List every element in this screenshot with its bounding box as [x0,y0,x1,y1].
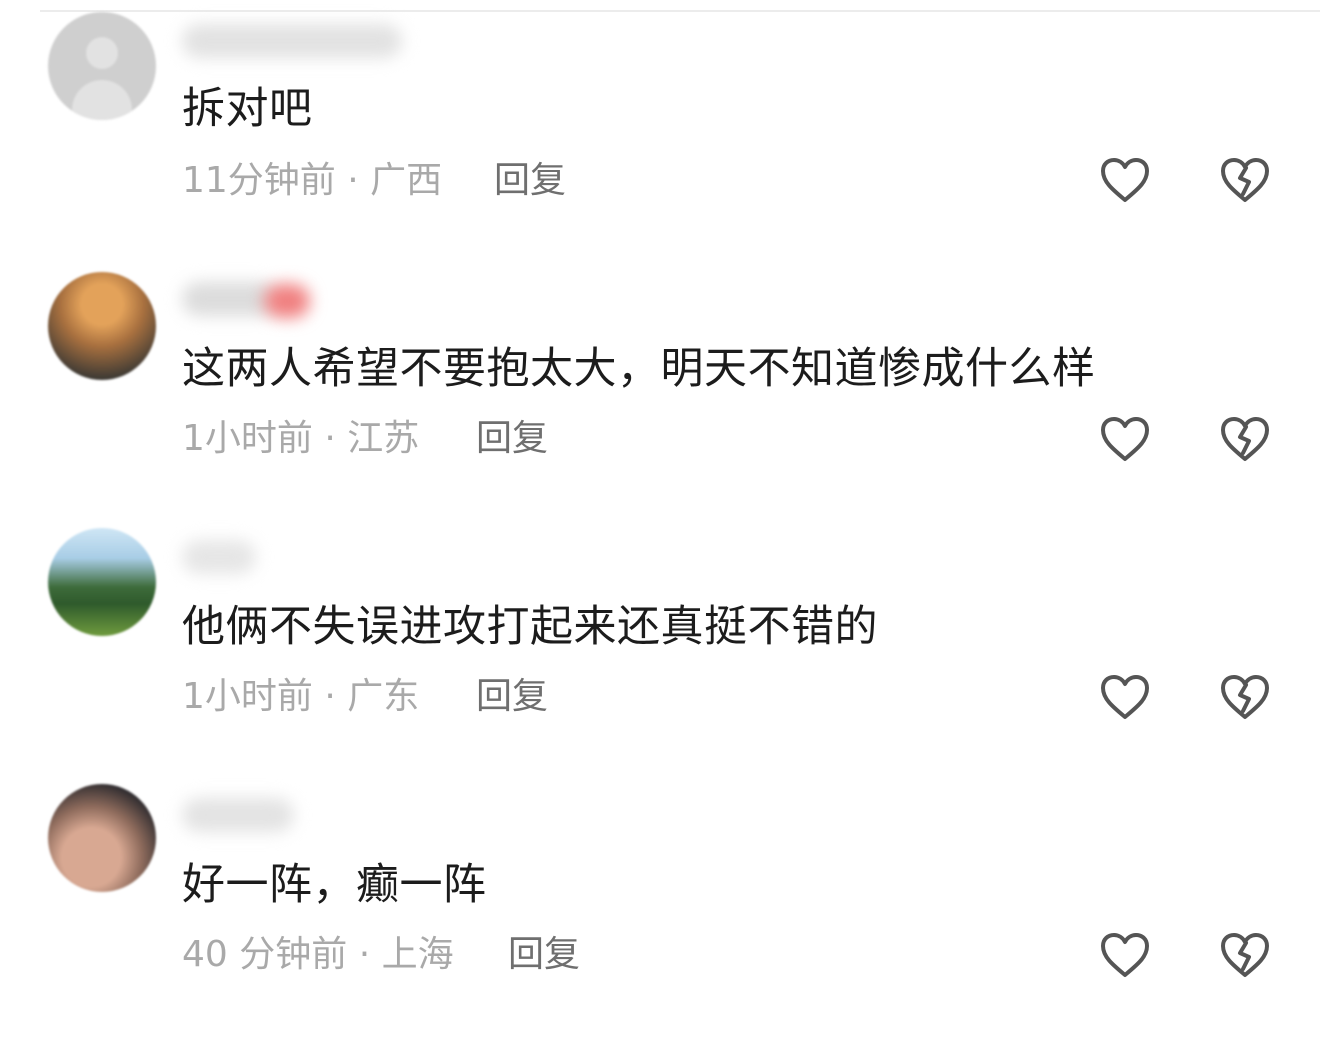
comment-location: 江苏 [347,418,420,459]
comment-text: 这两人希望不要抱太大，明天不知道惨成什么样 [182,344,1096,394]
dislike-button[interactable] [1219,156,1271,204]
avatar[interactable] [48,272,156,380]
avatar[interactable] [48,784,156,892]
meta-separator: · [335,160,371,201]
comment-list-screen: 拆对吧 11分钟前 · 广西 回复 这两人希望不要抱太大，明天不知道惨成什么样 … [0,0,1320,1038]
heart-outline-icon [1101,417,1149,461]
dislike-button[interactable] [1219,415,1271,463]
like-button[interactable] [1099,673,1151,721]
comment-text: 好一阵，癫一阵 [182,860,487,910]
comment-location: 上海 [381,934,454,975]
meta-separator: · [347,934,382,975]
broken-heart-outline-icon [1221,158,1269,202]
comment-text: 他俩不失误进攻打起来还真挺不错的 [182,602,878,652]
comment-time: 11分钟前 [182,160,336,201]
comment-item: 好一阵，癫一阵 40 分钟前 · 上海 回复 [0,774,1320,1032]
comment-meta: 11分钟前 · 广西 [182,158,442,204]
heart-outline-icon [1101,158,1149,202]
comment-meta: 1小时前 · 广东 [182,674,419,720]
broken-heart-outline-icon [1221,417,1269,461]
comment-location: 广西 [370,160,443,201]
reply-button[interactable]: 回复 [476,416,548,462]
comment-text: 拆对吧 [182,84,313,134]
user-badge-blurred [264,284,310,318]
reply-button[interactable]: 回复 [508,932,580,978]
dislike-button[interactable] [1219,673,1271,721]
comment-location: 广东 [347,676,420,717]
reply-button[interactable]: 回复 [494,158,566,204]
broken-heart-outline-icon [1221,675,1269,719]
comment-meta: 1小时前 · 江苏 [182,416,419,462]
comment-item: 他俩不失误进攻打起来还真挺不错的 1小时前 · 广东 回复 [0,516,1320,774]
comment-time: 1小时前 [182,676,313,717]
comment-time: 40 分钟前 [182,934,348,975]
dislike-button[interactable] [1219,931,1271,979]
avatar[interactable] [48,12,156,120]
comment-meta: 40 分钟前 · 上海 [182,932,454,978]
username-blurred[interactable] [182,24,402,58]
meta-separator: · [312,676,348,717]
avatar[interactable] [48,528,156,636]
comment-item: 拆对吧 11分钟前 · 广西 回复 [0,0,1320,258]
comment-item: 这两人希望不要抱太大，明天不知道惨成什么样 1小时前 · 江苏 回复 [0,258,1320,516]
username-blurred[interactable] [182,540,256,574]
like-button[interactable] [1099,156,1151,204]
broken-heart-outline-icon [1221,933,1269,977]
like-button[interactable] [1099,415,1151,463]
heart-outline-icon [1101,675,1149,719]
like-button[interactable] [1099,931,1151,979]
comment-time: 1小时前 [182,418,313,459]
meta-separator: · [312,418,348,459]
username-blurred[interactable] [182,798,294,832]
heart-outline-icon [1101,933,1149,977]
reply-button[interactable]: 回复 [476,674,548,720]
